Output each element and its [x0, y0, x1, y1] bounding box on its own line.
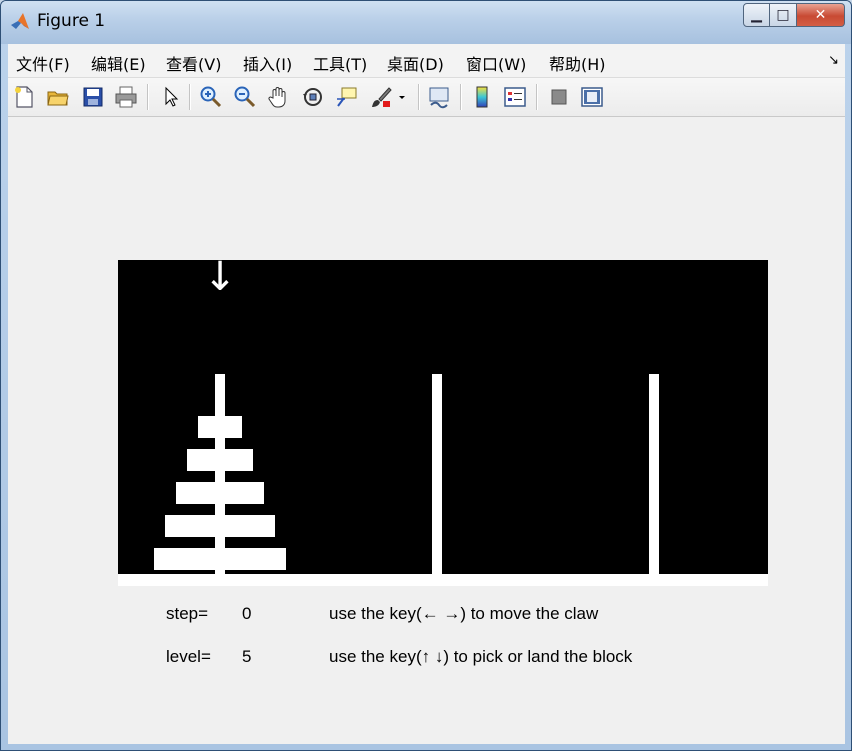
rotate-3d-icon[interactable]	[300, 84, 326, 110]
hide-plot-tools-icon[interactable]	[546, 84, 572, 110]
zoom-in-icon[interactable]	[198, 84, 224, 110]
block-size-5	[154, 548, 286, 570]
menu-edit[interactable]: 编辑(E)	[91, 51, 146, 75]
menu-desktop[interactable]: 桌面(D)	[387, 51, 444, 75]
step-label: step=	[166, 604, 209, 623]
link-plot-icon[interactable]	[426, 84, 452, 110]
hanoi-game-board[interactable]: ↓	[118, 260, 768, 586]
toolbar-separator	[147, 84, 149, 110]
figure-toolbar	[8, 78, 845, 117]
hint-move-claw: use the key(← →) to move the claw	[329, 604, 599, 623]
menu-insert[interactable]: 插入(I)	[243, 51, 292, 75]
menu-bar: 文件(F) 编辑(E) 查看(V) 插入(I) 工具(T) 桌面(D) 窗口(W…	[8, 44, 845, 78]
menu-window[interactable]: 窗口(W)	[466, 51, 526, 75]
close-button[interactable]: ✕	[797, 3, 845, 27]
toolbar-separator	[460, 84, 462, 110]
legend-icon[interactable]	[502, 84, 528, 110]
matlab-logo-icon	[11, 13, 29, 29]
figure-client-area: 文件(F) 编辑(E) 查看(V) 插入(I) 工具(T) 桌面(D) 窗口(W…	[8, 44, 845, 744]
plot-area: ↓ step= 0 use the key(← →) to move the c…	[8, 117, 845, 744]
level-value: 5	[242, 647, 252, 666]
pole-3	[649, 374, 659, 574]
pan-hand-icon[interactable]	[266, 84, 292, 110]
hint-pick-block: use the key(↑ ↓) to pick or land the blo…	[329, 647, 633, 666]
open-file-icon[interactable]	[45, 84, 71, 110]
print-icon[interactable]	[113, 84, 139, 110]
pointer-icon[interactable]	[158, 84, 184, 110]
dock-arrow-icon[interactable]: ↘	[828, 53, 839, 68]
step-value: 0	[242, 604, 252, 623]
save-icon[interactable]	[80, 84, 106, 110]
block-size-1	[198, 416, 242, 438]
block-size-3	[176, 482, 264, 504]
pole-1	[215, 374, 225, 574]
colorbar-icon[interactable]	[469, 84, 495, 110]
block-size-2	[187, 449, 253, 471]
menu-tools[interactable]: 工具(T)	[313, 51, 367, 75]
toolbar-separator	[189, 84, 191, 110]
block-size-4	[165, 515, 275, 537]
maximize-button[interactable]: □	[770, 3, 797, 27]
level-label: level=	[166, 647, 211, 666]
data-cursor-icon[interactable]	[334, 84, 360, 110]
board-base	[118, 574, 768, 586]
window-title: Figure 1	[37, 11, 106, 31]
game-canvas: ↓	[118, 260, 768, 586]
claw-arrow-icon: ↓	[203, 260, 237, 300]
minimize-button[interactable]: ▁	[743, 3, 770, 27]
pole-2	[432, 374, 442, 574]
toolbar-separator	[536, 84, 538, 110]
zoom-out-icon[interactable]	[232, 84, 258, 110]
menu-view[interactable]: 查看(V)	[166, 51, 221, 75]
brush-dropdown-icon[interactable]	[396, 84, 408, 110]
brush-icon[interactable]	[368, 84, 394, 110]
menu-help[interactable]: 帮助(H)	[549, 51, 606, 75]
new-figure-icon[interactable]	[11, 84, 37, 110]
menu-file[interactable]: 文件(F)	[16, 51, 70, 75]
toolbar-separator	[418, 84, 420, 110]
window-controls: ▁ □ ✕	[743, 3, 845, 29]
show-plot-tools-icon[interactable]	[579, 84, 605, 110]
figure-window: Figure 1 ▁ □ ✕ 文件(F) 编辑(E) 查看(V) 插入(I) 工…	[0, 0, 852, 751]
title-bar[interactable]: Figure 1 ▁ □ ✕	[1, 1, 851, 44]
